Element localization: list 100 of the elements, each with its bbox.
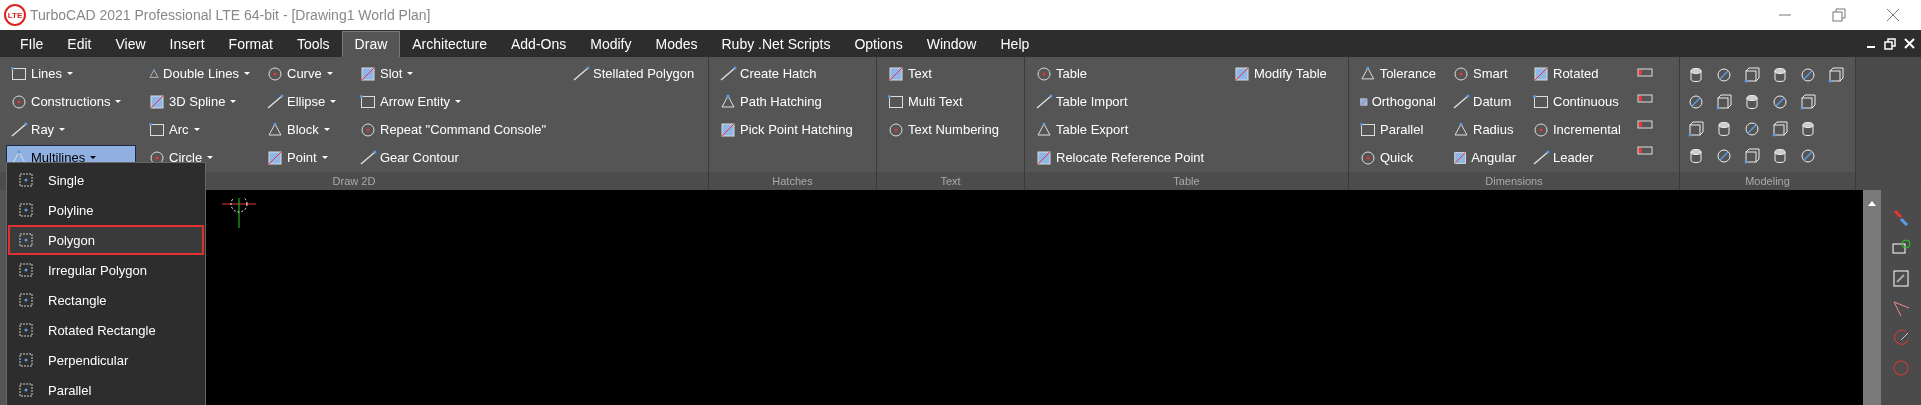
modeling-tool-icon[interactable] <box>1826 65 1846 85</box>
tool-icon <box>359 64 377 83</box>
ribbon-tool[interactable]: Table <box>1031 61 1221 86</box>
modeling-tool-icon[interactable] <box>1742 119 1762 139</box>
menu-item[interactable]: Polygon <box>8 225 204 255</box>
menu-tab[interactable]: Options <box>842 32 915 57</box>
menu-tab[interactable]: Ruby .Net Scripts <box>709 32 843 57</box>
ribbon-tool[interactable]: Block <box>262 117 347 142</box>
menu-tab[interactable]: Tools <box>284 32 342 57</box>
crosshair-icon <box>222 198 256 228</box>
ribbon-tool[interactable]: Gear Contour <box>355 145 560 170</box>
modeling-tool-icon[interactable] <box>1714 65 1734 85</box>
ribbon-tool[interactable]: Orthogonal <box>1355 89 1440 114</box>
tool-icon <box>887 64 905 83</box>
ribbon-tool[interactable]: Tolerance <box>1355 61 1440 86</box>
ribbon-tool[interactable]: Slot <box>355 61 560 86</box>
modeling-tool-icon[interactable] <box>1686 119 1706 139</box>
menu-tab[interactable]: Draw <box>341 31 401 57</box>
ribbon-tool[interactable]: Constructions <box>6 89 136 114</box>
snap-icon[interactable] <box>1891 208 1911 228</box>
ribbon-tool[interactable]: Point <box>262 145 347 170</box>
tool-icon <box>148 92 166 111</box>
ribbon-tool[interactable]: Repeat "Command Console" <box>355 117 560 142</box>
ribbon-tool[interactable]: Ellipse <box>262 89 347 114</box>
ribbon-tool[interactable]: Incremental <box>1528 117 1628 142</box>
ribbon-tool[interactable]: Arc <box>144 117 254 142</box>
ribbon-tool[interactable]: Pick Point Hatching <box>715 117 857 142</box>
tool-icon <box>1359 120 1377 139</box>
menu-tab[interactable]: Insert <box>157 32 217 57</box>
document-icon[interactable] <box>1891 268 1911 288</box>
ribbon-tool[interactable]: Ray <box>6 117 136 142</box>
tool-icon <box>266 120 284 139</box>
menu-tab[interactable]: Window <box>914 32 989 57</box>
modeling-tool-icon[interactable] <box>1686 92 1706 112</box>
ribbon-tool[interactable]: Double Lines <box>144 61 254 86</box>
ribbon-tool[interactable]: Multi Text <box>883 89 1004 114</box>
tool-icon <box>1359 148 1377 167</box>
tool-icon <box>719 120 737 139</box>
tool-icon <box>1452 120 1470 139</box>
ribbon-tool[interactable]: 3D Spline <box>144 89 254 114</box>
ribbon-tool[interactable]: Text <box>883 61 1004 86</box>
ribbon-tool[interactable]: Radius <box>1448 117 1520 142</box>
ribbon-tool[interactable]: Smart <box>1448 61 1520 86</box>
ribbon-tool[interactable]: Arrow Entity <box>355 89 560 114</box>
modeling-tool-icon[interactable] <box>1742 65 1762 85</box>
menu-tab[interactable]: Modes <box>643 32 710 57</box>
menu-item[interactable]: Perpendicular <box>8 345 204 375</box>
ribbon-tool[interactable]: Stellated Polygon <box>568 61 699 86</box>
ribbon-tool[interactable]: Quick <box>1355 145 1440 170</box>
ribbon-tool[interactable]: Table Export <box>1031 117 1221 142</box>
menu-item[interactable]: Polyline <box>8 195 204 225</box>
menu-item[interactable]: Rotated Rectangle <box>8 315 204 345</box>
menu-tab[interactable]: Add-Ons <box>499 32 579 57</box>
menu-tab[interactable]: FIle <box>8 32 56 57</box>
tool-icon <box>266 64 284 83</box>
shape-tool-icon <box>17 291 35 309</box>
ribbon-tool[interactable]: Relocate Reference Point <box>1031 145 1221 170</box>
shape-tool-icon <box>17 201 35 219</box>
menu-tab[interactable]: View <box>103 32 158 57</box>
group-label: Modeling <box>1680 172 1855 190</box>
menu-item[interactable]: Parallel <box>8 375 204 405</box>
group-label: Table <box>1025 172 1348 190</box>
scrollbar[interactable] <box>1863 190 1881 405</box>
menu-tab[interactable]: Modify <box>578 32 644 57</box>
ribbon-tool[interactable]: Path Hatching <box>715 89 857 114</box>
ribbon-tool[interactable]: Leader <box>1528 145 1628 170</box>
ribbon-tool[interactable]: Angular <box>1448 145 1520 170</box>
modeling-tool-icon[interactable] <box>1798 92 1818 112</box>
menu-tab[interactable]: Architecture <box>400 32 499 57</box>
modeling-tool-icon[interactable] <box>1770 92 1790 112</box>
tool-icon <box>10 92 28 111</box>
modeling-tool-icon[interactable] <box>1798 65 1818 85</box>
modeling-tool-icon[interactable] <box>1770 119 1790 139</box>
tool-icon <box>266 92 284 111</box>
tool-icon <box>1035 64 1053 83</box>
menu-item[interactable]: Rectangle <box>8 285 204 315</box>
angle-icon[interactable] <box>1891 298 1911 318</box>
ribbon-tool[interactable]: Rotated <box>1528 61 1628 86</box>
ribbon-tool[interactable]: Curve <box>262 61 347 86</box>
menu-tab[interactable]: Edit <box>55 32 104 57</box>
ribbon-tool[interactable]: Text Numbering <box>883 117 1004 142</box>
ribbon-tool[interactable]: Create Hatch <box>715 61 857 86</box>
modeling-tool-icon[interactable] <box>1798 146 1818 166</box>
ribbon-tool[interactable]: Continuous <box>1528 89 1628 114</box>
shape-tool-icon <box>17 351 35 369</box>
menu-tab[interactable]: Help <box>988 32 1042 57</box>
ribbon-tool[interactable]: Lines <box>6 61 136 86</box>
modeling-tool-icon[interactable] <box>1742 146 1762 166</box>
restore-icon[interactable] <box>1884 37 1896 50</box>
ribbon-tool[interactable]: Modify Table <box>1229 61 1331 86</box>
modeling-tool-icon[interactable] <box>1714 146 1734 166</box>
group-label: Dimensions <box>1349 172 1679 190</box>
menu-item[interactable]: Irregular Polygon <box>8 255 204 285</box>
ribbon-tool[interactable]: Datum <box>1448 89 1520 114</box>
tool-icon <box>1035 120 1053 139</box>
ribbon-tool[interactable]: Table Import <box>1031 89 1221 114</box>
tool-icon <box>1532 64 1550 83</box>
modeling-tool-icon[interactable] <box>1714 92 1734 112</box>
menu-tab[interactable]: Format <box>216 32 285 57</box>
ribbon-tool[interactable]: Parallel <box>1355 117 1440 142</box>
